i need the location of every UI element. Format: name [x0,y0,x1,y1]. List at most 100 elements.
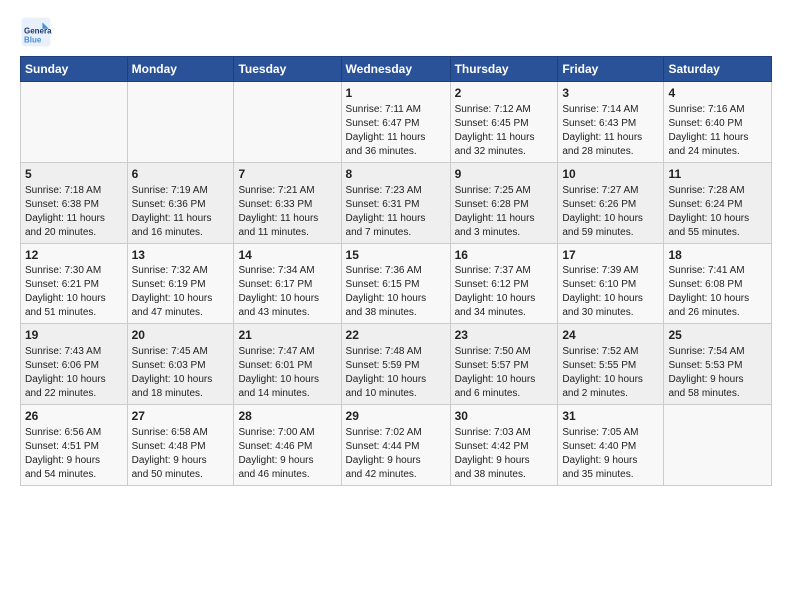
day-number: 21 [238,327,336,344]
day-info: Sunrise: 7:27 AM [562,184,659,198]
day-number: 16 [455,247,554,264]
calendar-week-row: 1Sunrise: 7:11 AMSunset: 6:47 PMDaylight… [21,82,772,163]
day-info: and 51 minutes. [25,306,123,320]
day-info: Sunrise: 7:16 AM [668,103,767,117]
day-info: Sunrise: 7:54 AM [668,345,767,359]
day-info: Daylight: 10 hours [668,292,767,306]
day-info: Sunset: 5:53 PM [668,359,767,373]
day-info: Daylight: 10 hours [455,373,554,387]
day-info: Sunrise: 7:37 AM [455,264,554,278]
day-info: and 3 minutes. [455,226,554,240]
day-info: Daylight: 11 hours [132,212,230,226]
day-info: Sunrise: 7:41 AM [668,264,767,278]
calendar-day: 6Sunrise: 7:19 AMSunset: 6:36 PMDaylight… [127,162,234,243]
calendar-day: 26Sunrise: 6:56 AMSunset: 4:51 PMDayligh… [21,405,128,486]
page-container: General Blue SundayMondayTuesdayWednesda… [0,0,792,496]
day-info: and 46 minutes. [238,468,336,482]
day-info: Sunrise: 7:50 AM [455,345,554,359]
day-info: Sunset: 4:40 PM [562,440,659,454]
day-info: Daylight: 10 hours [25,373,123,387]
day-info: Sunrise: 7:45 AM [132,345,230,359]
day-info: and 20 minutes. [25,226,123,240]
calendar-day: 22Sunrise: 7:48 AMSunset: 5:59 PMDayligh… [341,324,450,405]
calendar-week-row: 19Sunrise: 7:43 AMSunset: 6:06 PMDayligh… [21,324,772,405]
day-number: 22 [346,327,446,344]
day-info: Sunrise: 7:30 AM [25,264,123,278]
day-info: Sunset: 5:57 PM [455,359,554,373]
day-info: and 58 minutes. [668,387,767,401]
day-info: Sunrise: 7:12 AM [455,103,554,117]
day-number: 6 [132,166,230,183]
day-info: and 26 minutes. [668,306,767,320]
day-info: and 32 minutes. [455,145,554,159]
day-info: Sunset: 6:03 PM [132,359,230,373]
day-number: 23 [455,327,554,344]
day-info: and 16 minutes. [132,226,230,240]
day-number: 30 [455,408,554,425]
day-info: Daylight: 10 hours [132,292,230,306]
day-number: 7 [238,166,336,183]
day-info: and 22 minutes. [25,387,123,401]
calendar-day: 4Sunrise: 7:16 AMSunset: 6:40 PMDaylight… [664,82,772,163]
calendar-day: 29Sunrise: 7:02 AMSunset: 4:44 PMDayligh… [341,405,450,486]
day-info: and 34 minutes. [455,306,554,320]
calendar-empty [21,82,128,163]
day-info: Sunrise: 6:56 AM [25,426,123,440]
day-info: Daylight: 9 hours [132,454,230,468]
day-info: and 35 minutes. [562,468,659,482]
calendar-day: 27Sunrise: 6:58 AMSunset: 4:48 PMDayligh… [127,405,234,486]
day-info: and 7 minutes. [346,226,446,240]
day-info: Sunrise: 6:58 AM [132,426,230,440]
calendar-day: 11Sunrise: 7:28 AMSunset: 6:24 PMDayligh… [664,162,772,243]
day-info: Daylight: 10 hours [346,373,446,387]
day-info: Sunrise: 7:19 AM [132,184,230,198]
day-info: Sunrise: 7:11 AM [346,103,446,117]
day-info: Daylight: 9 hours [455,454,554,468]
day-info: and 38 minutes. [455,468,554,482]
logo-icon: General Blue [20,16,52,48]
day-info: Daylight: 9 hours [562,454,659,468]
day-info: Sunset: 4:44 PM [346,440,446,454]
day-info: Daylight: 10 hours [562,292,659,306]
day-info: Sunset: 6:38 PM [25,198,123,212]
calendar-week-row: 12Sunrise: 7:30 AMSunset: 6:21 PMDayligh… [21,243,772,324]
day-info: Daylight: 11 hours [346,212,446,226]
day-info: Sunset: 6:17 PM [238,278,336,292]
day-number: 15 [346,247,446,264]
day-info: Daylight: 10 hours [132,373,230,387]
day-info: Sunrise: 7:43 AM [25,345,123,359]
day-number: 9 [455,166,554,183]
calendar-day: 24Sunrise: 7:52 AMSunset: 5:55 PMDayligh… [558,324,664,405]
calendar-day: 17Sunrise: 7:39 AMSunset: 6:10 PMDayligh… [558,243,664,324]
calendar-week-row: 26Sunrise: 6:56 AMSunset: 4:51 PMDayligh… [21,405,772,486]
calendar-day: 7Sunrise: 7:21 AMSunset: 6:33 PMDaylight… [234,162,341,243]
day-info: Sunset: 5:55 PM [562,359,659,373]
day-info: Daylight: 10 hours [455,292,554,306]
calendar-empty [234,82,341,163]
calendar-day: 12Sunrise: 7:30 AMSunset: 6:21 PMDayligh… [21,243,128,324]
weekday-header: Sunday [21,57,128,82]
day-info: and 38 minutes. [346,306,446,320]
day-number: 13 [132,247,230,264]
day-info: and 11 minutes. [238,226,336,240]
day-info: Sunrise: 7:03 AM [455,426,554,440]
calendar-day: 13Sunrise: 7:32 AMSunset: 6:19 PMDayligh… [127,243,234,324]
calendar-day: 8Sunrise: 7:23 AMSunset: 6:31 PMDaylight… [341,162,450,243]
header: General Blue [20,16,772,48]
calendar-day: 5Sunrise: 7:18 AMSunset: 6:38 PMDaylight… [21,162,128,243]
day-info: and 6 minutes. [455,387,554,401]
calendar-day: 30Sunrise: 7:03 AMSunset: 4:42 PMDayligh… [450,405,558,486]
day-info: and 59 minutes. [562,226,659,240]
day-info: and 10 minutes. [346,387,446,401]
day-info: and 28 minutes. [562,145,659,159]
calendar-day: 21Sunrise: 7:47 AMSunset: 6:01 PMDayligh… [234,324,341,405]
day-info: Sunrise: 7:00 AM [238,426,336,440]
day-info: Sunset: 6:24 PM [668,198,767,212]
day-info: Sunrise: 7:36 AM [346,264,446,278]
weekday-header: Tuesday [234,57,341,82]
logo: General Blue [20,16,56,48]
day-info: Sunrise: 7:05 AM [562,426,659,440]
day-info: Sunrise: 7:02 AM [346,426,446,440]
day-info: Daylight: 10 hours [668,212,767,226]
day-info: Sunset: 6:15 PM [346,278,446,292]
